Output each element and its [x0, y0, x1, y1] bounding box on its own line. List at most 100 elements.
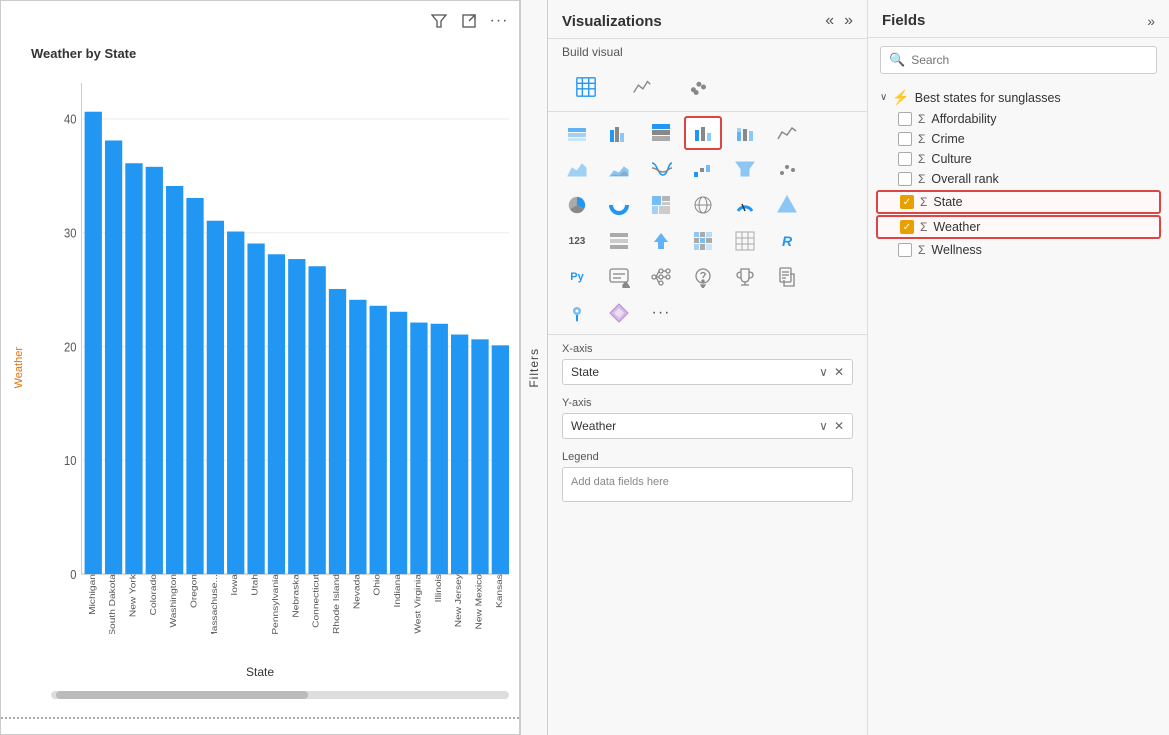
viz-stacked-area[interactable]	[600, 152, 638, 186]
viz-scatter-plot[interactable]	[768, 152, 806, 186]
field-wellness-sigma: Σ	[918, 243, 925, 257]
viz-treemap[interactable]	[642, 188, 680, 222]
viz-map2[interactable]	[558, 296, 596, 330]
search-icon: 🔍	[889, 52, 905, 68]
dataset-chevron: ∨	[880, 92, 887, 103]
viz-ribbon-chart[interactable]	[642, 152, 680, 186]
svg-text:Michigan: Michigan	[87, 574, 97, 615]
viz-donut-chart[interactable]	[600, 188, 638, 222]
field-crime-label: Crime	[931, 132, 964, 146]
chart-title: Weather by State	[31, 46, 136, 61]
h-scrollbar[interactable]	[51, 691, 509, 699]
viz-unknown1[interactable]	[768, 188, 806, 222]
viz-kpi[interactable]	[642, 224, 680, 258]
svg-text:10: 10	[64, 453, 77, 468]
viz-more-visuals[interactable]: ···	[642, 296, 680, 330]
viz-funnel[interactable]	[726, 152, 764, 186]
viz-collapse-icon[interactable]: «	[825, 12, 834, 30]
field-crime[interactable]: Σ Crime	[876, 129, 1161, 149]
viz-expand-icon[interactable]: »	[844, 12, 853, 30]
x-axis-remove[interactable]: ✕	[834, 365, 844, 379]
field-overall-rank-checkbox[interactable]	[898, 172, 912, 186]
viz-clustered-col[interactable]	[684, 116, 722, 150]
field-culture-checkbox[interactable]	[898, 152, 912, 166]
filter-button[interactable]	[427, 9, 451, 33]
field-affordability[interactable]: Σ Affordability	[876, 109, 1161, 129]
viz-clustered-bar[interactable]	[600, 116, 638, 150]
field-culture[interactable]: Σ Culture	[876, 149, 1161, 169]
viz-line-chart[interactable]	[768, 116, 806, 150]
y-axis-chevron[interactable]: ∨	[819, 419, 828, 433]
field-overall-rank-sigma: Σ	[918, 172, 925, 186]
field-state[interactable]: ✓ Σ State	[876, 190, 1161, 214]
viz-icon-scatter[interactable]	[674, 67, 722, 107]
legend-label: Legend	[562, 451, 853, 463]
viz-r-visual[interactable]: R	[768, 224, 806, 258]
x-axis-value: State	[571, 365, 599, 379]
field-culture-sigma: Σ	[918, 152, 925, 166]
viz-decomp-tree[interactable]	[642, 260, 680, 294]
field-wellness-label: Wellness	[931, 243, 981, 257]
field-weather[interactable]: ✓ Σ Weather	[876, 215, 1161, 239]
field-weather-checkbox[interactable]: ✓	[900, 220, 914, 234]
more-options-button[interactable]: ···	[487, 9, 511, 33]
svg-text:New Jersey: New Jersey	[454, 574, 464, 627]
field-weather-label: Weather	[933, 220, 980, 234]
field-overall-rank[interactable]: Σ Overall rank	[876, 169, 1161, 189]
x-axis-pill[interactable]: State ∨ ✕	[562, 359, 853, 385]
viz-number-card[interactable]: 123	[558, 224, 596, 258]
legend-box[interactable]: Add data fields here	[562, 467, 853, 502]
svg-text:New Mexico: New Mexico	[474, 574, 484, 629]
expand-button[interactable]	[457, 9, 481, 33]
viz-area-chart[interactable]	[558, 152, 596, 186]
viz-pie-chart[interactable]	[558, 188, 596, 222]
viz-gauge[interactable]	[726, 188, 764, 222]
viz-diamond[interactable]	[600, 296, 638, 330]
chart-svg-container: 0 10 20 30 40	[51, 71, 509, 634]
svg-text:0: 0	[70, 567, 76, 582]
field-affordability-checkbox[interactable]	[898, 112, 912, 126]
viz-waterfall[interactable]	[684, 152, 722, 186]
viz-map-chart[interactable]	[684, 188, 722, 222]
svg-text:Iowa: Iowa	[230, 573, 240, 595]
svg-text:Utah: Utah	[250, 574, 260, 595]
viz-stacked-col[interactable]	[726, 116, 764, 150]
chart-toolbar: ···	[427, 9, 511, 33]
field-state-sigma: Σ	[920, 195, 927, 209]
x-axis-chevron[interactable]: ∨	[819, 365, 828, 379]
fields-expand-icon[interactable]: »	[1147, 13, 1155, 29]
x-axis-section: X-axis State ∨ ✕	[548, 335, 867, 389]
fields-dataset-parent[interactable]: ∨ ⚡ Best states for sunglasses	[876, 86, 1161, 109]
field-state-checkbox[interactable]: ✓	[900, 195, 914, 209]
viz-icon-table[interactable]	[562, 67, 610, 107]
viz-python[interactable]: Py	[558, 260, 596, 294]
y-axis-remove[interactable]: ✕	[834, 419, 844, 433]
search-box[interactable]: 🔍	[880, 46, 1157, 74]
field-wellness-checkbox[interactable]	[898, 243, 912, 257]
field-wellness[interactable]: Σ Wellness	[876, 240, 1161, 260]
viz-trophy[interactable]	[726, 260, 764, 294]
viz-smart-narrative[interactable]	[600, 260, 638, 294]
legend-section: Legend Add data fields here	[548, 443, 867, 506]
viz-matrix[interactable]	[684, 224, 722, 258]
svg-text:Connecticut: Connecticut	[311, 574, 321, 628]
dotted-border	[1, 717, 519, 719]
svg-text:Kansas: Kansas	[495, 574, 505, 608]
viz-multi-row-card[interactable]	[600, 224, 638, 258]
y-axis-pill[interactable]: Weather ∨ ✕	[562, 413, 853, 439]
svg-text:West Virginia: West Virginia	[413, 573, 423, 633]
viz-icon-line[interactable]	[618, 67, 666, 107]
svg-text:30: 30	[64, 226, 77, 241]
y-axis-section: Y-axis Weather ∨ ✕	[548, 389, 867, 443]
search-input[interactable]	[911, 53, 1148, 67]
viz-sub-label: Build visual	[548, 39, 867, 65]
field-crime-checkbox[interactable]	[898, 132, 912, 146]
svg-text:Washington: Washington	[169, 574, 179, 627]
viz-100-bar[interactable]	[642, 116, 680, 150]
viz-qa[interactable]	[684, 260, 722, 294]
viz-stacked-bar[interactable]	[558, 116, 596, 150]
fields-panel: Fields » 🔍 ∨ ⚡ Best states for sunglasse…	[868, 0, 1169, 735]
viz-table-visual[interactable]	[726, 224, 764, 258]
viz-paginated[interactable]	[768, 260, 806, 294]
svg-text:Pennsylvania: Pennsylvania	[271, 573, 281, 634]
